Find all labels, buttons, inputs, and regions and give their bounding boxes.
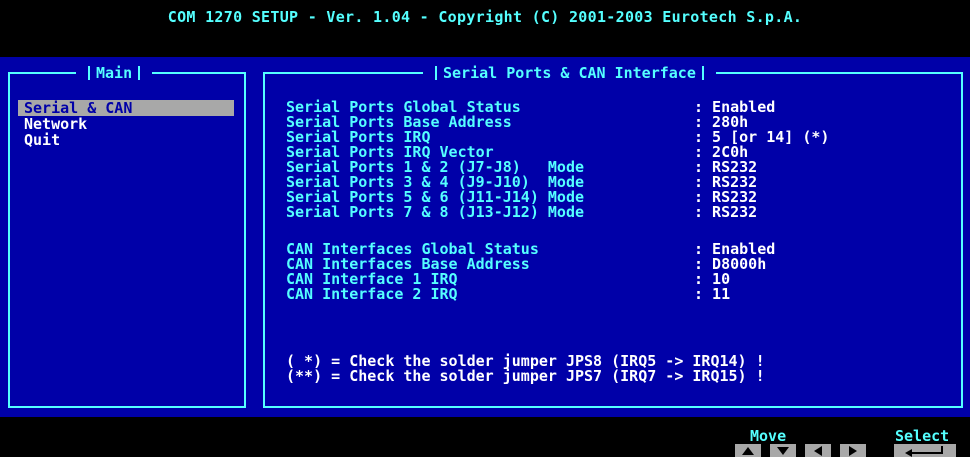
setting-value[interactable]: : 11 <box>694 287 730 302</box>
title-bar-left <box>88 66 90 80</box>
title-bar-right <box>138 66 141 80</box>
arrow-down-icon <box>770 444 796 457</box>
arrow-left-icon <box>805 444 831 457</box>
arrow-left-glyph <box>814 446 822 456</box>
menu-item-network[interactable]: Network <box>18 116 234 132</box>
title-bar-right <box>701 66 704 80</box>
arrow-up-glyph <box>742 447 754 455</box>
setting-row[interactable]: CAN Interface 2 IRQ : 11 <box>286 287 946 302</box>
setting-label: CAN Interface 2 IRQ <box>286 285 458 303</box>
title-bar-left <box>435 66 437 80</box>
window-title: COM 1270 SETUP - Ver. 1.04 - Copyright (… <box>0 0 970 34</box>
arrow-right-icon <box>840 444 866 457</box>
main-menu: Serial & CAN Network Quit <box>18 100 234 148</box>
enter-glyph <box>905 446 945 457</box>
arrow-up-icon <box>735 444 761 457</box>
menu-item-quit[interactable]: Quit <box>18 132 234 148</box>
enter-icon <box>894 444 956 457</box>
select-hint-label: Select <box>895 427 950 445</box>
serial-panel-title-text: Serial Ports & CAN Interface <box>443 64 696 82</box>
arrow-right-glyph <box>849 446 857 456</box>
jumper-notes: ( *) = Check the solder jumper JPS8 (IRQ… <box>286 354 765 384</box>
main-panel-title: Main <box>76 63 153 83</box>
note-line: (**) = Check the solder jumper JPS7 (IRQ… <box>286 367 765 385</box>
arrow-down-glyph <box>777 447 789 455</box>
menu-item-serial-can[interactable]: Serial & CAN <box>18 100 234 116</box>
settings-list: Serial Ports Global Status: Enabled Seri… <box>286 100 946 302</box>
main-panel-title-text: Main <box>96 64 133 82</box>
serial-panel-title: Serial Ports & CAN Interface <box>423 63 716 83</box>
move-hint-label: Move <box>750 427 787 445</box>
setting-label: Serial Ports 7 & 8 (J13-J12) Mode <box>286 203 585 221</box>
setting-value[interactable]: : RS232 <box>694 205 757 220</box>
setting-row[interactable]: Serial Ports 7 & 8 (J13-J12) Mode : RS232 <box>286 205 946 220</box>
